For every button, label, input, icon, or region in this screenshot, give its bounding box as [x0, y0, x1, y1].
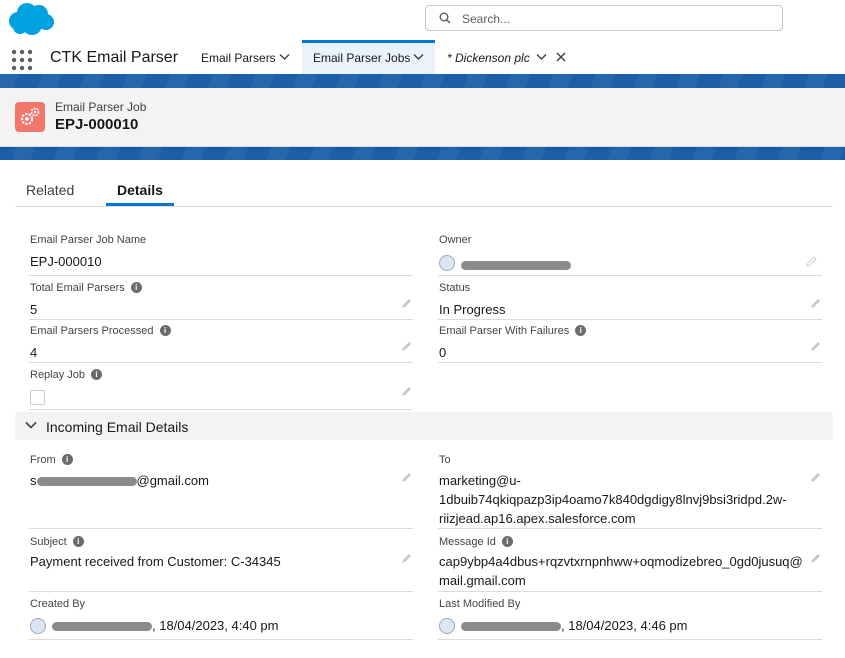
owner-link-redacted[interactable] — [461, 257, 571, 275]
replay-job-checkbox — [30, 390, 45, 405]
to-email-line-2[interactable]: 1dbuib74qkiqpazp3ip4oamo7k840dgdigy8lnvj… — [439, 492, 787, 507]
field-label: Email Parser With Failures i — [439, 325, 587, 337]
to-email-line-1[interactable]: marketing@u- — [439, 473, 521, 488]
app-name: CTK Email Parser — [50, 49, 179, 66]
record-title: EPJ-000010 — [55, 116, 139, 133]
field-label: Subject i — [30, 536, 84, 548]
cloud-logo[interactable] — [6, 2, 56, 36]
chevron-down-icon[interactable] — [25, 421, 37, 429]
modified-by-user-link[interactable] — [461, 618, 561, 633]
info-icon[interactable]: i — [72, 536, 84, 547]
from-email-link[interactable]: s @gmail.com — [30, 473, 209, 488]
tab-related[interactable]: Related — [26, 182, 74, 198]
divider — [29, 275, 413, 276]
field-label: Email Parser Job Name — [30, 234, 147, 246]
field-value: 4 — [30, 345, 38, 360]
edit-pencil-icon[interactable] — [401, 386, 412, 397]
field-label: Status — [439, 282, 471, 294]
field-label: Created By — [30, 598, 86, 610]
field-value: EPJ-000010 — [30, 254, 102, 269]
field-label: Replay Job i — [30, 369, 103, 381]
divider — [29, 591, 413, 592]
field-label: Owner — [439, 234, 472, 246]
divider — [438, 528, 822, 529]
field-label: Message Id i — [439, 536, 513, 548]
info-icon[interactable]: i — [91, 369, 103, 380]
edit-pencil-icon[interactable] — [401, 298, 412, 309]
divider — [438, 639, 822, 640]
tab-label: * Dickenson plc — [447, 51, 530, 65]
edit-pencil-icon[interactable] — [810, 298, 821, 309]
divider — [438, 275, 822, 276]
tab-label: Email Parsers — [201, 51, 276, 65]
active-tab-indicator — [106, 203, 174, 206]
chevron-down-icon[interactable] — [413, 53, 424, 61]
info-icon[interactable]: i — [501, 536, 513, 547]
divider — [29, 639, 413, 640]
search-input[interactable] — [460, 9, 764, 29]
edit-pencil-icon[interactable] — [810, 341, 821, 352]
record-object-type: Email Parser Job — [55, 100, 147, 114]
edit-pencil-icon[interactable] — [810, 472, 821, 483]
section-title: Incoming Email Details — [46, 419, 189, 435]
divider — [29, 528, 413, 529]
field-value: 5 — [30, 302, 38, 317]
record-detail-card: Related Details Email Parser Job Name EP… — [0, 160, 845, 658]
avatar — [30, 618, 46, 634]
field-value: In Progress — [439, 302, 506, 317]
info-icon[interactable]: i — [575, 325, 587, 336]
edit-pencil-icon[interactable] — [401, 472, 412, 483]
record-highlights: Email Parser Job EPJ-000010 — [0, 88, 845, 147]
message-id-line-2[interactable]: mail.gmail.com — [439, 573, 526, 588]
info-icon[interactable]: i — [159, 325, 171, 336]
created-by-value: , 18/04/2023, 4:40 pm — [52, 618, 278, 633]
message-id-line-1[interactable]: cap9ybp4a4dbus+rqzvtxrnpnhww+oqmodizebre… — [439, 554, 803, 569]
record-tabs: Related Details — [15, 160, 833, 207]
tab-email-parser-jobs[interactable]: Email Parser Jobs — [302, 40, 435, 74]
info-icon[interactable]: i — [61, 454, 73, 465]
field-value: 0 — [439, 345, 447, 360]
divider — [438, 319, 822, 320]
global-search[interactable] — [425, 5, 783, 31]
gears-icon — [15, 102, 45, 132]
field-label: Email Parsers Processed i — [30, 325, 171, 337]
chevron-down-icon[interactable] — [536, 53, 547, 61]
app-launcher-icon[interactable] — [11, 49, 33, 71]
info-icon[interactable]: i — [130, 282, 142, 293]
global-header — [0, 0, 845, 40]
divider — [438, 591, 822, 592]
created-by-user-link[interactable] — [52, 618, 152, 633]
field-label: To — [439, 454, 451, 466]
field-value: Payment received from Customer: C-34345 — [30, 554, 281, 569]
section-incoming-email-details[interactable]: Incoming Email Details — [15, 412, 833, 440]
tab-email-parsers[interactable]: Email Parsers — [192, 40, 300, 74]
tab-label: Email Parser Jobs — [313, 51, 411, 65]
edit-pencil-icon[interactable] — [810, 553, 821, 564]
divider — [29, 319, 413, 320]
tab-details[interactable]: Details — [117, 182, 163, 198]
search-icon — [439, 12, 451, 24]
avatar — [439, 618, 455, 634]
field-label: Last Modified By — [439, 598, 521, 610]
to-email-line-3[interactable]: riizjead.ap16.apex.salesforce.com — [439, 511, 636, 526]
close-tab-icon[interactable] — [556, 52, 566, 62]
avatar — [439, 255, 455, 271]
field-label: From i — [30, 454, 73, 466]
chevron-down-icon[interactable] — [279, 53, 290, 61]
edit-pencil-icon[interactable] — [401, 553, 412, 564]
divider — [438, 362, 822, 363]
edit-pencil-icon[interactable] — [401, 341, 412, 352]
tab-dickenson-plc[interactable]: * Dickenson plc — [438, 40, 578, 74]
divider — [29, 409, 413, 410]
modified-by-value: , 18/04/2023, 4:46 pm — [461, 618, 687, 633]
divider — [29, 362, 413, 363]
change-owner-icon[interactable] — [806, 256, 817, 267]
field-label: Total Email Parsers i — [30, 282, 142, 294]
